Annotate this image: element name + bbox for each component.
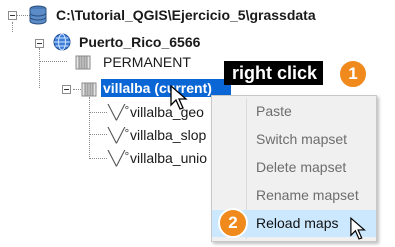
tree-connector bbox=[39, 48, 40, 88]
tree-node-location[interactable]: Puerto_Rico_6566 bbox=[79, 33, 200, 51]
tree-connector bbox=[89, 134, 107, 135]
mouse-cursor-icon bbox=[350, 216, 368, 247]
tree-connector bbox=[89, 158, 107, 159]
vector-map-icon: ╲╱˚ bbox=[108, 150, 130, 166]
mapset-icon bbox=[80, 80, 98, 103]
menu-item-switch-mapset[interactable]: Switch mapset bbox=[212, 126, 376, 153]
step1-callout: right click bbox=[224, 61, 324, 85]
tree-connector bbox=[89, 97, 90, 159]
vector-map-icon: ╲╱˚ bbox=[108, 104, 130, 120]
vector-map-icon: ╲╱˚ bbox=[108, 127, 130, 143]
database-icon bbox=[28, 5, 48, 30]
tree-connector bbox=[89, 112, 107, 113]
menu-item-paste[interactable]: Paste bbox=[212, 98, 376, 125]
mapset-icon bbox=[74, 53, 92, 76]
globe-icon bbox=[52, 32, 72, 57]
tree-connector bbox=[12, 22, 13, 32]
collapse-toggle-mapset[interactable] bbox=[62, 85, 71, 94]
collapse-toggle-location[interactable] bbox=[35, 39, 44, 48]
step1-badge: 1 bbox=[338, 59, 368, 89]
menu-item-delete-mapset[interactable]: Delete mapset bbox=[212, 154, 376, 181]
mouse-cursor-icon bbox=[170, 84, 190, 116]
collapse-toggle-root[interactable] bbox=[8, 11, 17, 20]
tree-node-gisdbase[interactable]: C:\Tutorial_QGIS\Ejercicio_5\grassdata bbox=[56, 6, 316, 24]
tree-node-map[interactable]: villalba_slop bbox=[130, 126, 210, 144]
step2-badge: 2 bbox=[218, 208, 248, 238]
tree-node-map[interactable]: villalba_unio bbox=[130, 149, 210, 167]
menu-item-rename-mapset[interactable]: Rename mapset bbox=[212, 182, 376, 209]
tree-node-mapset-permanent[interactable]: PERMANENT bbox=[103, 53, 191, 71]
tree-connector bbox=[39, 61, 67, 62]
